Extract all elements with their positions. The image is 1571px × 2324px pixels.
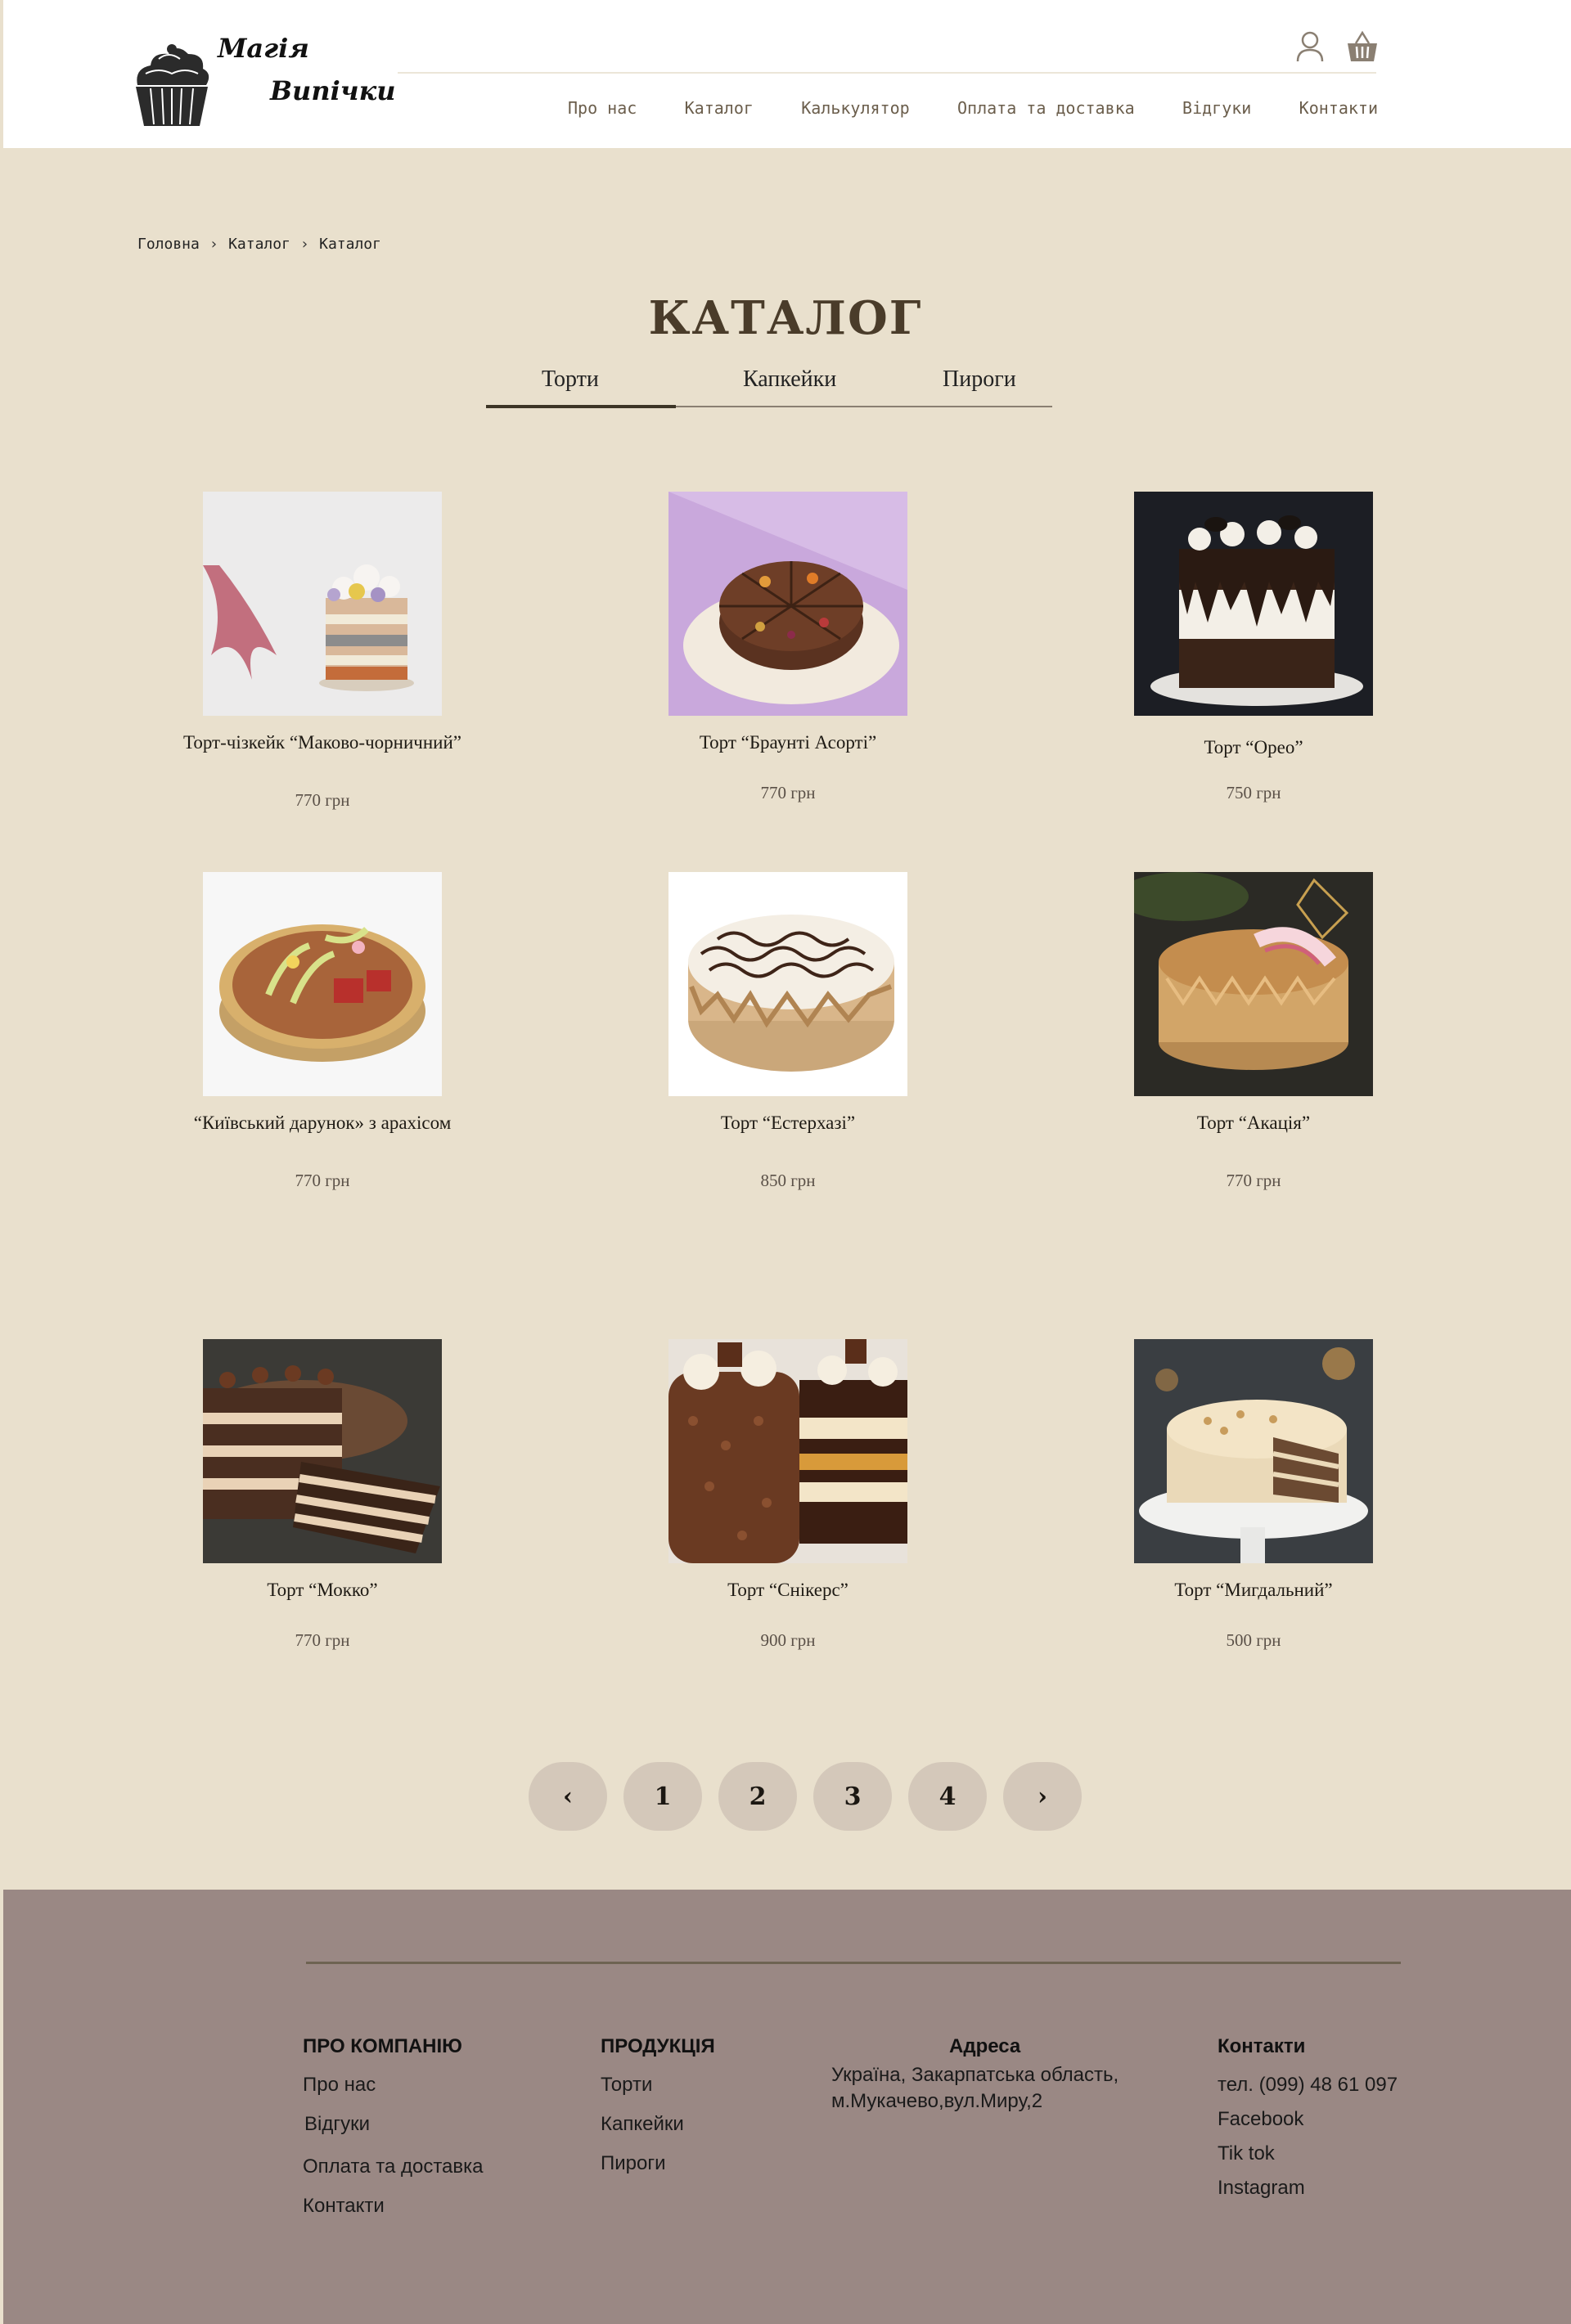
footer-address: Адреса Україна, Закарпатська область, м.… [831,2035,1119,2128]
footer-heading: Контакти [1218,2035,1306,2057]
footer-link-payment-delivery[interactable]: Оплата та доставка [303,2155,484,2179]
pagination-prev-button[interactable]: ‹ [529,1762,607,1831]
site-footer: ПРО КОМПАНІЮ Про нас Відгуки Оплата та д… [0,1890,1571,2324]
pagination: ‹ 1 2 3 4 › [529,1762,1082,1831]
logo-text-line2: Випічки [270,75,396,106]
logo[interactable]: Магія Випічки [126,29,396,136]
nav-calculator[interactable]: Калькулятор [801,98,909,118]
product-image[interactable] [668,492,907,716]
product-image[interactable] [203,492,442,716]
product-image[interactable] [203,1339,442,1563]
product-price: 770 грн [760,783,816,802]
nav-contacts[interactable]: Контакти [1299,98,1378,118]
page-title: КАТАЛОГ [648,291,923,345]
footer-heading: ПРО КОМПАНІЮ [303,2035,462,2057]
product-price: 750 грн [1226,783,1281,802]
footer-phone[interactable]: тел. (099) 48 61 097 [1218,2073,1398,2097]
product-image[interactable] [668,1339,907,1563]
breadcrumb-catalog[interactable]: Каталог [228,236,290,253]
site-header: Магія Випічки Про нас Каталог Калькулято… [0,0,1571,148]
footer-divider [306,1962,1401,1964]
category-tabs: Торти Капкейки Пироги [486,366,1052,408]
product-price: 770 грн [295,1171,350,1190]
product-name[interactable]: Торт “Мигдальний” [1082,1576,1425,1603]
tab-pies[interactable]: Пироги [943,366,1016,393]
page-button-4[interactable]: 4 [908,1762,987,1831]
footer-company: ПРО КОМПАНІЮ Про нас Відгуки Оплата та д… [303,2035,484,2233]
page-button-3[interactable]: 3 [813,1762,892,1831]
chevron-left-icon: ‹ [563,1782,573,1811]
product-name[interactable]: Торт “Мокко” [151,1576,494,1603]
cupcake-logo-icon [136,44,209,126]
user-icon[interactable] [1293,29,1327,64]
pagination-next-button[interactable]: › [1003,1762,1082,1831]
footer-link-pies[interactable]: Пироги [601,2151,715,2176]
product-name[interactable]: Торт-чізкейк “Маково-чорничний” [151,729,494,756]
chevron-right-icon: › [301,236,308,253]
active-tab-indicator [486,405,676,408]
breadcrumb-home[interactable]: Головна [137,236,200,253]
product-price: 850 грн [760,1171,816,1190]
product-image[interactable] [1134,1339,1373,1563]
footer-link-facebook[interactable]: Facebook [1218,2107,1398,2132]
product-price: 900 грн [760,1630,816,1650]
product-price: 770 грн [295,790,350,810]
product-image[interactable] [1134,492,1373,716]
product-name[interactable]: Торт “Снікерс” [616,1576,960,1603]
footer-products: ПРОДУКЦІЯ Торти Капкейки Пироги [601,2035,715,2191]
chevron-right-icon: › [1038,1782,1047,1811]
footer-link-tiktok[interactable]: Tik tok [1218,2142,1398,2166]
tab-cupcakes[interactable]: Капкейки [743,366,836,393]
product-name[interactable]: “Київський дарунок» з арахісом [151,1109,494,1136]
product-name[interactable]: Торт “Естерхазі” [616,1109,960,1136]
nav-reviews[interactable]: Відгуки [1182,98,1251,118]
chevron-right-icon: › [210,236,218,253]
product-image[interactable] [203,872,442,1096]
basket-icon[interactable] [1345,29,1380,64]
tab-cakes[interactable]: Торти [542,366,599,393]
product-price: 770 грн [1226,1171,1281,1190]
footer-link-instagram[interactable]: Instagram [1218,2176,1398,2200]
nav-catalog[interactable]: Каталог [685,98,754,118]
product-name[interactable]: Торт “Орео” [1082,734,1425,761]
footer-contacts: Контакти тел. (099) 48 61 097 Facebook T… [1218,2035,1398,2215]
footer-link-about[interactable]: Про нас [303,2073,484,2097]
product-name[interactable]: Торт “Браунті Асорті” [616,729,960,756]
page-button-2[interactable]: 2 [718,1762,797,1831]
footer-heading: Адреса [949,2035,1021,2057]
address-line: м.Мукачево,вул.Миру,2 [831,2090,1043,2112]
nav-about[interactable]: Про нас [568,98,637,118]
product-image[interactable] [1134,872,1373,1096]
product-image[interactable] [668,872,907,1096]
product-price: 500 грн [1226,1630,1281,1650]
breadcrumb-current: Каталог [319,236,381,253]
header-divider [398,72,1376,74]
logo-text-line1: Магія [218,33,309,64]
footer-link-cupcakes[interactable]: Капкейки [601,2112,715,2137]
footer-link-reviews[interactable]: Відгуки [304,2112,484,2137]
breadcrumb: Головна › Каталог › Каталог [137,236,381,253]
product-price: 770 грн [295,1630,350,1650]
footer-link-cakes[interactable]: Торти [601,2073,715,2097]
footer-link-contacts[interactable]: Контакти [303,2194,484,2218]
nav-payment-delivery[interactable]: Оплата та доставка [957,98,1135,118]
main-nav: Про нас Каталог Калькулятор Оплата та до… [568,98,1378,118]
product-name[interactable]: Торт “Акація” [1082,1109,1425,1136]
address-line: Україна, Закарпатська область, [831,2064,1119,2086]
page-button-1[interactable]: 1 [623,1762,702,1831]
footer-heading: ПРОДУКЦІЯ [601,2035,715,2057]
